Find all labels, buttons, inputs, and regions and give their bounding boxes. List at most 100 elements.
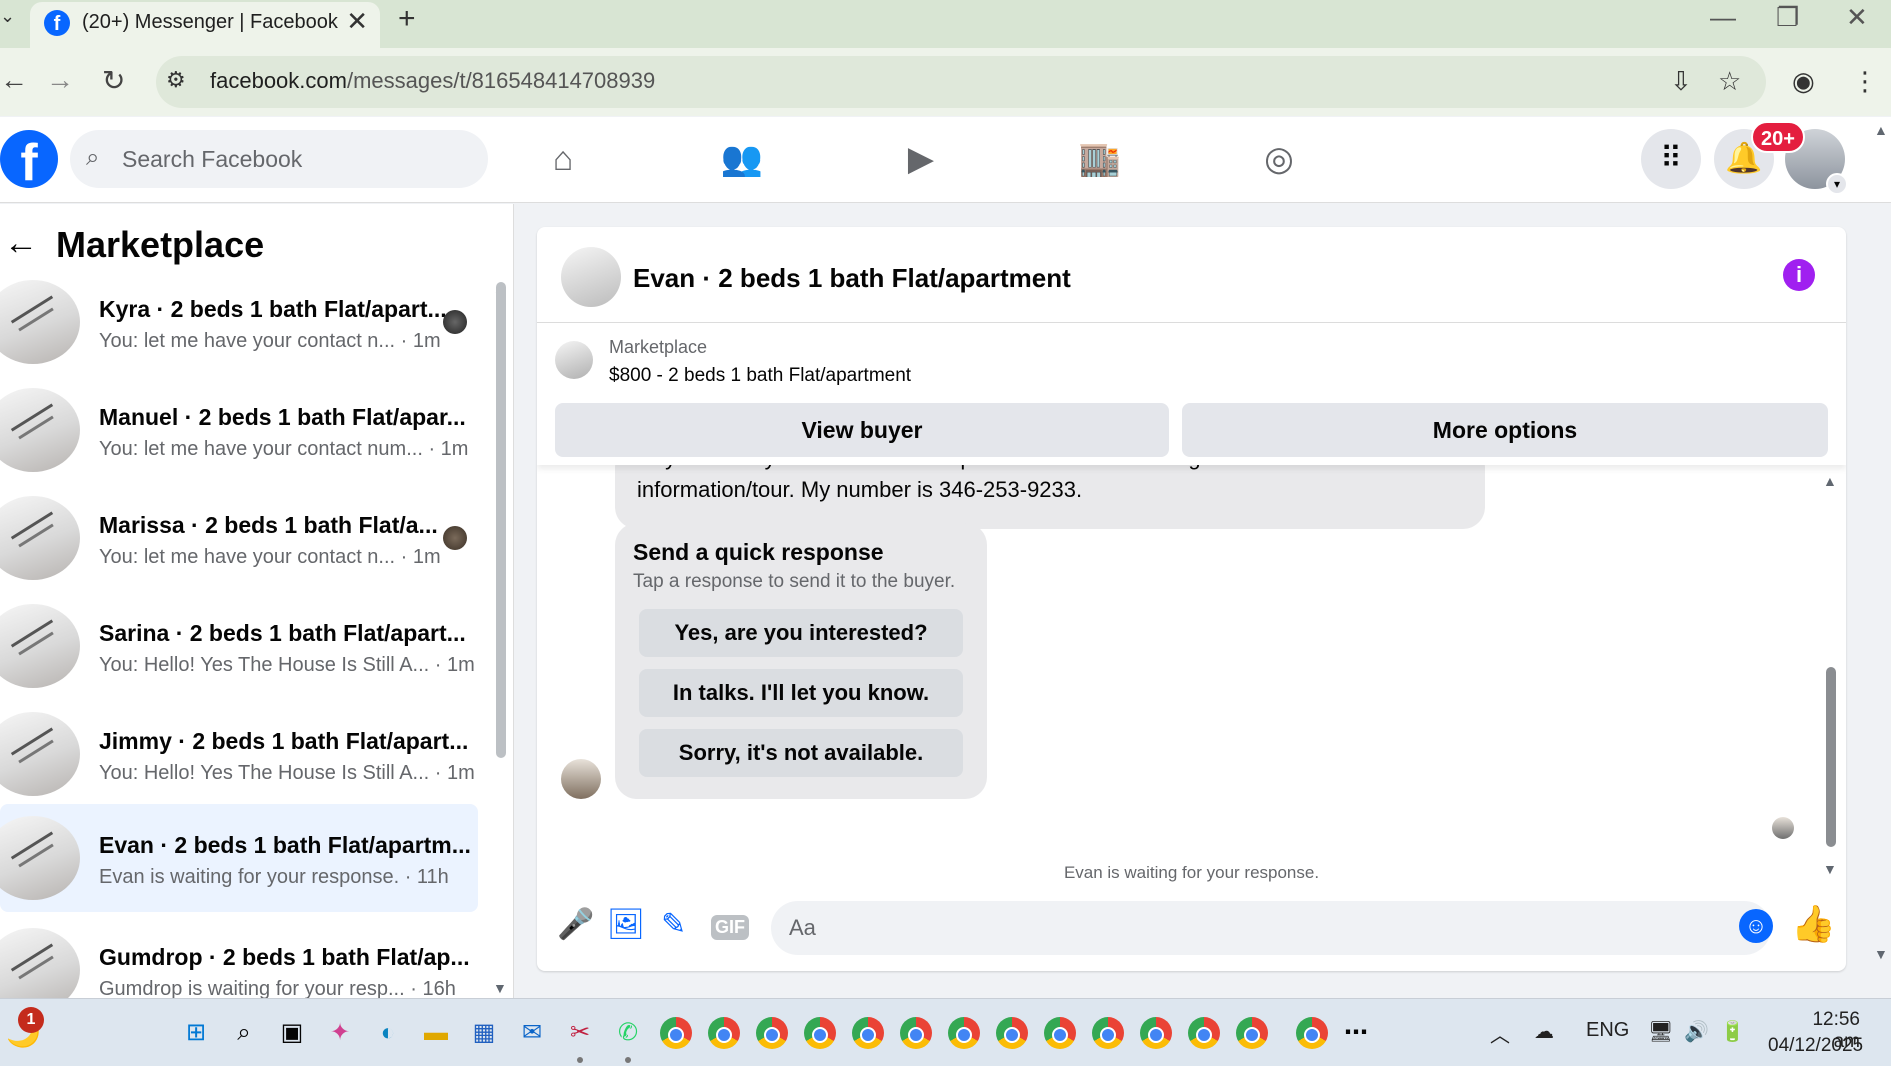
marketplace-icon[interactable]: 🏬 [1076, 135, 1124, 183]
account-chevron-icon[interactable]: ▾ [1826, 173, 1848, 195]
conversation-item[interactable]: Jimmy · 2 beds 1 bath Flat/apart... You:… [0, 706, 478, 802]
edge-icon[interactable]: ◐ [372, 1017, 404, 1049]
video-icon[interactable]: ▶ [897, 135, 945, 183]
groups-icon[interactable]: ◎ [1255, 135, 1303, 183]
message-input[interactable]: Aa [771, 901, 1771, 955]
conversation-preview: You: let me have your contact num... · 1… [99, 438, 469, 460]
chrome-icon[interactable] [1188, 1017, 1220, 1049]
tray-chevron-icon[interactable]: ︿ [1490, 1019, 1510, 1048]
seen-avatar [443, 310, 467, 334]
taskbar-search-icon[interactable]: ⌕ [228, 1017, 260, 1049]
listing-title[interactable]: $800 - 2 beds 1 bath Flat/apartment [609, 365, 911, 387]
conversation-name: Jimmy · 2 beds 1 bath Flat/apart... [99, 728, 469, 754]
url-text[interactable]: facebook.com/messages/t/816548414708939 [210, 68, 655, 94]
more-options-button[interactable]: More options [1182, 403, 1828, 457]
microphone-icon[interactable]: 🎤 [557, 907, 594, 942]
listing-thumbnail [0, 816, 80, 900]
conversation-item[interactable]: Kyra · 2 beds 1 bath Flat/apart... You: … [0, 274, 478, 370]
scrollbar-thumb[interactable] [496, 282, 506, 758]
network-icon[interactable]: 🖥 [1648, 1019, 1673, 1044]
minimize-icon[interactable]: — [1710, 2, 1736, 33]
scroll-up-icon[interactable]: ▲ [1823, 473, 1837, 489]
home-icon[interactable]: ⌂ [539, 135, 587, 183]
clock-date[interactable]: 04/12/2025 [1768, 1035, 1863, 1057]
volume-icon[interactable]: 🔊 [1684, 1019, 1709, 1044]
url-host: facebook.com [210, 68, 347, 93]
store-icon[interactable]: ▦ [468, 1017, 500, 1049]
chrome-icon[interactable] [852, 1017, 884, 1049]
chrome-icon[interactable] [948, 1017, 980, 1049]
conversation-item-active[interactable]: Evan · 2 beds 1 bath Flat/apartm... Evan… [0, 804, 478, 912]
facebook-logo-icon[interactable]: f [0, 130, 58, 192]
chrome-icon[interactable] [996, 1017, 1028, 1049]
chrome-icon[interactable] [1236, 1017, 1268, 1049]
info-icon[interactable]: i [1783, 259, 1815, 291]
chrome-icon[interactable] [1092, 1017, 1124, 1049]
chrome-icon[interactable] [1044, 1017, 1076, 1049]
windows-start-icon[interactable]: ⊞ [180, 1017, 212, 1049]
conversation-name: Gumdrop · 2 beds 1 bath Flat/ap... [99, 944, 470, 970]
quick-reply-talks-button[interactable]: In talks. I'll let you know. [639, 669, 963, 717]
chat-title[interactable]: Evan · 2 beds 1 bath Flat/apartment [633, 263, 1071, 294]
close-tab-icon[interactable]: ✕ [346, 6, 368, 37]
back-icon[interactable]: ← [0, 64, 28, 96]
restore-icon[interactable]: ❐ [1776, 2, 1799, 33]
thumbs-up-icon[interactable]: 👍 [1791, 903, 1836, 945]
window-close-icon[interactable]: ✕ [1846, 2, 1868, 33]
menu-grid-icon[interactable]: ⠿ [1641, 129, 1701, 189]
new-tab-icon[interactable]: + [398, 2, 416, 36]
buyer-avatar[interactable] [561, 759, 601, 799]
search-box[interactable]: ⌕ Search Facebook [70, 130, 488, 188]
copilot-icon[interactable]: ✦ [324, 1017, 356, 1049]
quick-reply-yes-button[interactable]: Yes, are you interested? [639, 609, 963, 657]
language-indicator[interactable]: ENG [1586, 1019, 1629, 1042]
back-arrow-icon[interactable]: ← [4, 224, 38, 263]
chrome-icon[interactable] [1140, 1017, 1172, 1049]
chrome-icon[interactable] [660, 1017, 692, 1049]
more-apps-icon[interactable]: ⋯ [1340, 1017, 1372, 1049]
install-app-icon[interactable]: ⇩ [1670, 66, 1692, 97]
browser-tab-active[interactable]: f (20+) Messenger | Facebook ✕ [30, 2, 380, 48]
conversation-item[interactable]: Manuel · 2 beds 1 bath Flat/apar... You:… [0, 382, 478, 478]
sticker-icon[interactable]: ✎ [661, 907, 686, 942]
windows-taskbar: 🌙 1 ⊞ ⌕ ▣ ✦ ◐ ▬ ▦ ✉ ✂ ✆ ⋯ ︿ ☁ ENG 🖥 🔊 🔋 … [0, 998, 1891, 1066]
tab-list-chevron-icon[interactable]: ⌄ [0, 6, 15, 27]
chrome-icon[interactable] [804, 1017, 836, 1049]
forward-icon[interactable]: → [46, 64, 74, 96]
profile-icon[interactable]: ◉ [1792, 66, 1815, 97]
battery-icon[interactable]: 🔋 [1720, 1019, 1745, 1044]
reload-icon[interactable]: ↻ [102, 64, 125, 97]
photo-icon[interactable]: 🖼 [607, 907, 645, 942]
chrome-icon-active[interactable] [1296, 1017, 1328, 1049]
browser-menu-icon[interactable]: ⋮ [1852, 66, 1878, 97]
page-scroll-up-icon[interactable]: ▲ [1874, 122, 1888, 138]
bookmark-star-icon[interactable]: ☆ [1718, 66, 1741, 97]
chat-avatar[interactable] [561, 247, 621, 307]
emoji-icon[interactable]: ☺ [1739, 909, 1773, 943]
file-explorer-icon[interactable]: ▬ [420, 1017, 452, 1049]
view-buyer-button[interactable]: View buyer [555, 403, 1169, 457]
task-view-icon[interactable]: ▣ [276, 1017, 308, 1049]
conversation-item[interactable]: Gumdrop · 2 beds 1 bath Flat/ap... Gumdr… [0, 922, 478, 998]
whatsapp-icon[interactable]: ✆ [612, 1017, 644, 1049]
conversation-preview: Evan is waiting for your response. · 11h [99, 866, 449, 888]
snipping-tool-icon[interactable]: ✂ [564, 1017, 596, 1049]
quick-reply-unavailable-button[interactable]: Sorry, it's not available. [639, 729, 963, 777]
scrollbar-thumb[interactable] [1826, 667, 1836, 847]
address-bar[interactable]: ⚙ facebook.com/messages/t/81654841470893… [156, 56, 1766, 108]
scroll-down-icon[interactable]: ▼ [493, 980, 507, 996]
message-text: information/tour. My number is 346-253-9… [637, 477, 1083, 502]
onedrive-icon[interactable]: ☁ [1534, 1019, 1554, 1044]
site-info-icon[interactable]: ⚙ [166, 67, 186, 93]
friends-icon[interactable]: 👥 [718, 135, 766, 183]
page-scroll-down-icon[interactable]: ▼ [1874, 946, 1888, 962]
chrome-icon[interactable] [756, 1017, 788, 1049]
conversation-item[interactable]: Marissa · 2 beds 1 bath Flat/a... You: l… [0, 490, 478, 586]
conversation-item[interactable]: Sarina · 2 beds 1 bath Flat/apart... You… [0, 598, 478, 694]
chrome-icon[interactable] [708, 1017, 740, 1049]
outlook-icon[interactable]: ✉ [516, 1017, 548, 1049]
chrome-icon[interactable] [900, 1017, 932, 1049]
running-indicator [577, 1057, 583, 1063]
gif-icon[interactable]: GIF [711, 915, 749, 940]
search-input[interactable]: Search Facebook [122, 146, 302, 173]
